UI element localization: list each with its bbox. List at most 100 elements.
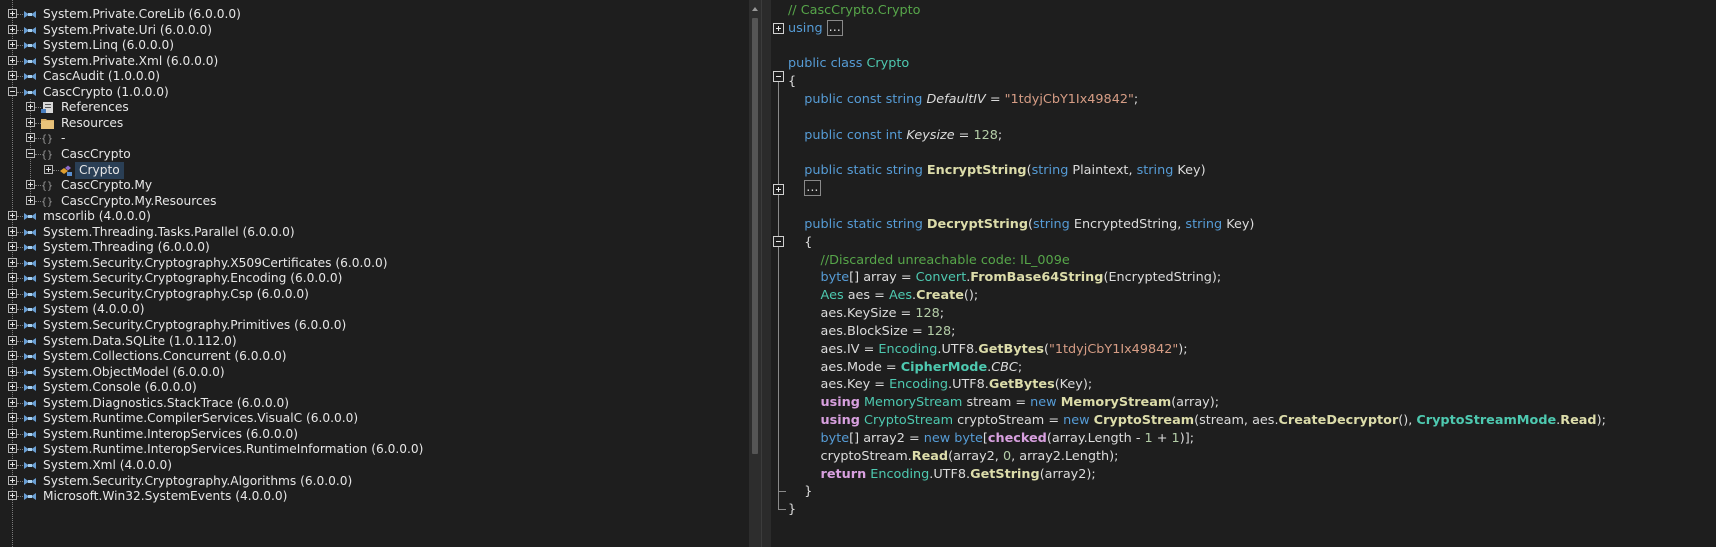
- assembly-icon: [22, 475, 38, 488]
- tree-item[interactable]: CascAudit (1.0.0.0): [0, 68, 745, 85]
- tree-item[interactable]: Resources: [0, 115, 745, 132]
- expand-icon[interactable]: [8, 459, 17, 469]
- tree-item[interactable]: System (4.0.0.0): [0, 301, 745, 318]
- expand-icon[interactable]: [8, 491, 17, 501]
- assembly-icon: [22, 428, 38, 441]
- tree-item[interactable]: CascCrypto (1.0.0.0): [0, 84, 745, 101]
- code-token: (array2);: [1039, 466, 1096, 482]
- pane-splitter[interactable]: [761, 0, 771, 547]
- expand-icon[interactable]: [8, 413, 17, 423]
- expand-icon[interactable]: [8, 351, 17, 361]
- tree-item[interactable]: Crypto: [0, 161, 745, 179]
- class-icon: [58, 164, 74, 177]
- tree-item[interactable]: System.Collections.Concurrent (6.0.0.0): [0, 348, 745, 365]
- expand-icon[interactable]: [8, 9, 17, 18]
- code-token: MemoryStream: [1060, 395, 1172, 411]
- method-fold-end: [778, 491, 786, 492]
- expand-icon[interactable]: [8, 304, 17, 314]
- tree-item[interactable]: System.Xml (4.0.0.0): [0, 457, 745, 474]
- tree-item[interactable]: System.Security.Cryptography.Csp (6.0.0.…: [0, 286, 745, 303]
- code-token: FromBase64String: [970, 270, 1104, 286]
- code-token: public: [804, 127, 843, 143]
- expand-icon[interactable]: [8, 273, 17, 283]
- collapsed-region-button[interactable]: ...: [804, 180, 821, 197]
- collapse-icon[interactable]: [8, 86, 17, 96]
- expand-icon[interactable]: [26, 102, 35, 112]
- tree-item-label: Resources: [61, 115, 124, 130]
- tree-item[interactable]: References: [0, 99, 745, 116]
- code-token: (array);: [1171, 395, 1220, 411]
- tree-item[interactable]: System.Private.Xml (6.0.0.0): [0, 53, 745, 70]
- code-line: ...: [788, 180, 821, 198]
- tree-item[interactable]: System.Console (6.0.0.0): [0, 379, 745, 396]
- tree-item[interactable]: System.Threading.Tasks.Parallel (6.0.0.0…: [0, 224, 745, 241]
- tree-item[interactable]: {} CascCrypto.My: [0, 177, 745, 194]
- expand-icon[interactable]: [26, 180, 35, 190]
- collapse-class-icon[interactable]: [773, 71, 784, 82]
- tree-item[interactable]: System.Security.Cryptography.X509Certifi…: [0, 255, 745, 272]
- tree-item[interactable]: System.Security.Cryptography.Primitives …: [0, 317, 745, 334]
- tree-item[interactable]: System.Runtime.InteropServices.RuntimeIn…: [0, 441, 745, 458]
- expand-icon[interactable]: [8, 257, 17, 267]
- expand-icon[interactable]: [8, 475, 17, 485]
- collapsed-region-button[interactable]: ...: [826, 19, 843, 36]
- tree-item[interactable]: System.Diagnostics.StackTrace (6.0.0.0): [0, 395, 745, 412]
- tree-scrollbar[interactable]: [749, 0, 761, 547]
- expand-icon[interactable]: [26, 133, 35, 143]
- expand-encryptstring-icon[interactable]: [773, 184, 784, 195]
- assembly-tree[interactable]: System.Private.CoreLib (6.0.0.0) System.P…: [0, 0, 749, 547]
- method-fold-line: [778, 247, 779, 491]
- collapse-decryptstring-icon[interactable]: [773, 236, 784, 247]
- expand-icon[interactable]: [8, 366, 17, 376]
- tree-item-label: System.Security.Cryptography.Algorithms …: [43, 473, 353, 488]
- expand-icon[interactable]: [8, 288, 17, 298]
- expand-icon[interactable]: [8, 40, 17, 50]
- expand-icon[interactable]: [8, 24, 17, 34]
- expand-icon[interactable]: [44, 164, 53, 174]
- tree-item[interactable]: {} CascCrypto: [0, 146, 745, 163]
- code-line: using ...: [788, 19, 843, 38]
- tree-item[interactable]: System.Private.Uri (6.0.0.0): [0, 22, 745, 39]
- code-token: EncryptedString,: [1069, 216, 1186, 232]
- tree-item[interactable]: System.Runtime.InteropServices (6.0.0.0): [0, 426, 745, 443]
- expand-icon[interactable]: [8, 335, 17, 345]
- tree-item[interactable]: System.Threading (6.0.0.0): [0, 239, 745, 256]
- tree-item-label: System.Runtime.InteropServices.RuntimeIn…: [43, 442, 424, 457]
- expand-icon[interactable]: [8, 211, 17, 221]
- tree-item[interactable]: System.Security.Cryptography.Algorithms …: [0, 473, 745, 490]
- expand-icon[interactable]: [8, 428, 17, 438]
- collapse-icon[interactable]: [26, 148, 35, 158]
- expand-icon[interactable]: [8, 397, 17, 407]
- decompiled-code-view[interactable]: // CascCrypto.Crypto using ... public clas…: [771, 0, 1716, 547]
- expand-icon[interactable]: [8, 71, 17, 81]
- expand-icon[interactable]: [8, 226, 17, 236]
- expand-icon[interactable]: [8, 55, 17, 65]
- code-token: CryptoStream: [864, 413, 954, 429]
- tree-item[interactable]: {} CascCrypto.My.Resources: [0, 193, 745, 210]
- scrollbar-thumb[interactable]: [752, 18, 758, 454]
- tree-item-label: Crypto: [75, 161, 124, 179]
- expand-icon[interactable]: [8, 382, 17, 392]
- tree-item[interactable]: System.Private.CoreLib (6.0.0.0): [0, 6, 745, 23]
- tree-item[interactable]: {} -: [0, 130, 745, 147]
- code-token: 1: [1144, 430, 1153, 446]
- tree-item[interactable]: mscorlib (4.0.0.0): [0, 208, 745, 225]
- tree-item[interactable]: System.Security.Cryptography.Encoding (6…: [0, 270, 745, 287]
- expand-icon[interactable]: [26, 195, 35, 205]
- code-token: cryptoStream =: [953, 413, 1064, 429]
- scroll-up-arrow-icon[interactable]: [752, 7, 758, 11]
- expand-icon[interactable]: [8, 242, 17, 252]
- tree-item[interactable]: System.Runtime.CompilerServices.VisualC …: [0, 410, 745, 427]
- tree-item[interactable]: System.Data.SQLite (1.0.112.0): [0, 333, 745, 350]
- code-line: public const int Keysize = 128;: [788, 127, 1002, 145]
- tree-item[interactable]: System.ObjectModel (6.0.0.0): [0, 364, 745, 381]
- code-line: byte[] array = Convert.FromBase64String(…: [788, 269, 1222, 287]
- expand-using-icon[interactable]: [773, 23, 784, 34]
- expand-icon[interactable]: [26, 117, 35, 127]
- tree-item[interactable]: Microsoft.Win32.SystemEvents (4.0.0.0): [0, 488, 745, 505]
- expand-icon[interactable]: [8, 320, 17, 329]
- expand-icon[interactable]: [8, 444, 17, 454]
- tree-item[interactable]: System.Linq (6.0.0.0): [0, 37, 745, 54]
